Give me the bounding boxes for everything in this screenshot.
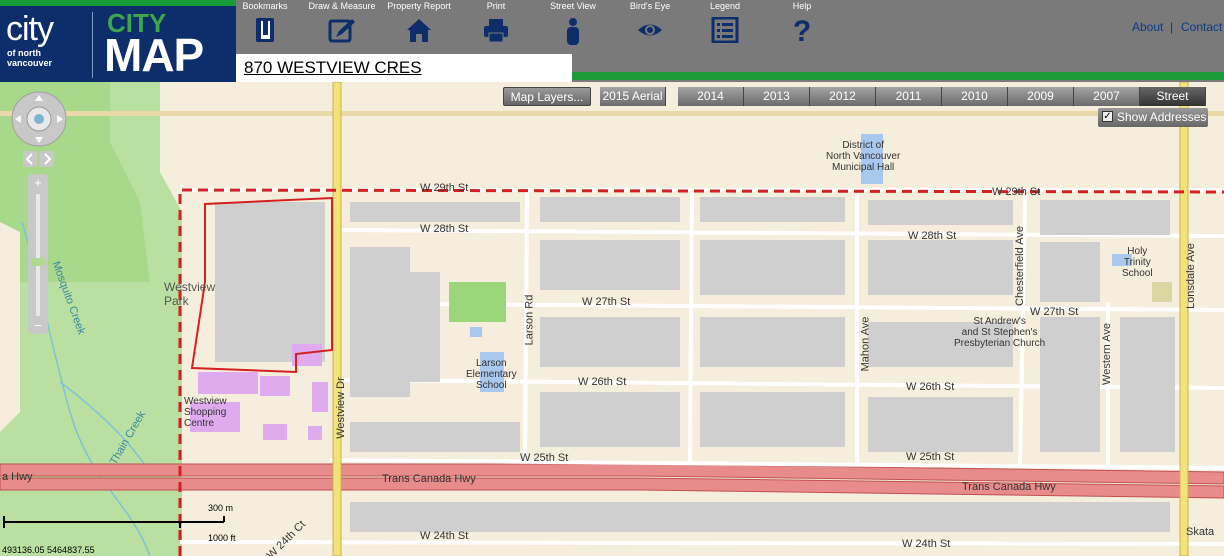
street-label-w26th: W 26th St — [578, 376, 627, 388]
pan-control[interactable] — [10, 90, 68, 148]
street-label-chesterfield: Chesterfield Ave — [1013, 226, 1026, 306]
street-label-w29th-east: W 29th St — [992, 186, 1041, 198]
bookmarks-button[interactable]: Bookmarks — [230, 0, 300, 43]
street-view-label: Street View — [550, 1, 596, 11]
scale-bar — [3, 516, 225, 528]
address-box[interactable]: 870 WESTVIEW CRES — [236, 54, 572, 82]
bookmark-icon — [256, 18, 274, 42]
street-label-w24th: W 24th St — [420, 530, 469, 542]
map-view[interactable]: W 29th St W 29th St W 28th St W 28th St … — [0, 82, 1224, 556]
poi-church: St Andrew's and St Stephen's Presbyteria… — [954, 316, 1046, 349]
show-addresses-toggle[interactable]: ✓ Show Addresses — [1098, 108, 1208, 127]
top-road — [0, 111, 1224, 116]
scale-metric: 300 m — [208, 503, 234, 513]
pencil-icon — [328, 19, 355, 43]
eye-icon — [638, 24, 662, 36]
birds-eye-button[interactable]: Bird's Eye — [615, 0, 685, 43]
skate-label: Skata — [1186, 526, 1215, 538]
street-label-western: Western Ave — [1100, 323, 1113, 385]
year-button-2012[interactable]: 2012 — [810, 87, 876, 106]
year-button-2011[interactable]: 2011 — [876, 87, 942, 106]
school-field — [449, 282, 506, 322]
year-button-2009[interactable]: 2009 — [1008, 87, 1074, 106]
street-label-mahon: Mahon Ave — [859, 316, 872, 372]
poi-holy-trinity: Holy Trinity School — [1122, 246, 1153, 279]
city-logo[interactable]: city of north vancouver CITY MAP — [0, 6, 236, 82]
year-button-2015[interactable]: 2015 Aerial — [600, 87, 666, 106]
street-label-westview: Westview Dr — [334, 377, 347, 439]
legend-label: Legend — [709, 1, 741, 11]
street-label-w25th-east: W 25th St — [906, 451, 955, 463]
property-report-label: Property Report — [387, 1, 451, 11]
street-label-w28th: W 28th St — [420, 223, 469, 235]
school-yard — [1152, 282, 1172, 302]
logo-sub-text: of north vancouver — [7, 48, 53, 68]
globe-icon — [34, 114, 44, 124]
zoom-in-icon: + — [34, 175, 42, 190]
show-addresses-checkbox[interactable]: ✓ — [1102, 111, 1113, 122]
street-label-w28th-east: W 28th St — [908, 230, 957, 242]
street-label-w26th-east: W 26th St — [906, 381, 955, 393]
street-view-button[interactable]: Street View — [538, 0, 608, 45]
print-button[interactable]: Print — [461, 0, 531, 43]
poi-municipal-hall: District of North Vancouver Municipal Ha… — [826, 140, 901, 173]
draw-measure-button[interactable]: Draw & Measure — [307, 0, 377, 43]
street-label-w24th-east: W 24th St — [902, 538, 951, 550]
birds-eye-label: Bird's Eye — [629, 1, 671, 11]
coordinate-readout: 493136.05 5464837.55 — [2, 545, 95, 555]
highway-label-west: a Hwy — [2, 471, 33, 483]
poi-larson-school: Larson Elementary School — [466, 358, 517, 391]
park-clearing — [0, 222, 20, 432]
zoom-out-icon: − — [34, 318, 42, 333]
contact-link[interactable]: Contact — [1181, 20, 1222, 34]
year-button-2007[interactable]: 2007 — [1074, 87, 1140, 106]
street-label-w29th: W 29th St — [420, 182, 469, 194]
westview-dr — [332, 82, 342, 556]
help-button[interactable]: Help ? — [767, 0, 837, 45]
park-label: Westview Park — [164, 280, 216, 308]
year-button-2010[interactable]: 2010 — [942, 87, 1008, 106]
legend-button[interactable]: Legend — [690, 0, 760, 43]
list-icon — [711, 17, 739, 43]
history-nav[interactable] — [22, 150, 56, 168]
lonsdale-ave — [1179, 82, 1189, 556]
street-label-w25th: W 25th St — [520, 452, 569, 464]
property-report-button[interactable]: Property Report — [384, 0, 454, 43]
draw-measure-label: Draw & Measure — [308, 1, 376, 11]
question-icon: ? — [793, 17, 811, 45]
street-label-lonsdale: Lonsdale Ave — [1184, 243, 1197, 309]
person-icon — [567, 18, 579, 45]
bookmarks-label: Bookmarks — [242, 1, 288, 11]
show-addresses-label: Show Addresses — [1117, 110, 1207, 124]
house-icon — [407, 19, 431, 42]
street-label-larson: Larson Rd — [523, 294, 536, 346]
selected-address: 870 WESTVIEW CRES — [244, 58, 422, 77]
back-button — [23, 151, 37, 167]
forward-button — [40, 151, 54, 167]
header-green-bar — [572, 72, 1224, 80]
link-separator: | — [1170, 20, 1174, 34]
printer-icon — [484, 19, 508, 43]
street-label-w27th: W 27th St — [582, 296, 631, 308]
print-label: Print — [486, 1, 506, 11]
highway-label-east: Trans Canada Hwy — [962, 481, 1056, 493]
toolbar: Bookmarks Draw & Measure Property Report… — [236, 0, 1224, 54]
zoom-slider[interactable]: + − — [28, 174, 48, 334]
year-button-street[interactable]: Street — [1140, 87, 1206, 106]
year-button-2013[interactable]: 2013 — [744, 87, 810, 106]
poi-shopping-centre: Westview Shopping Centre — [184, 396, 227, 429]
logo-divider — [92, 12, 93, 78]
help-label: Help — [792, 1, 812, 11]
zoom-handle — [31, 258, 45, 266]
about-link[interactable]: About — [1132, 20, 1163, 34]
highway-label: Trans Canada Hwy — [382, 473, 476, 485]
map-layers-button[interactable]: Map Layers... — [503, 87, 591, 106]
year-button-2014[interactable]: 2014 — [678, 87, 744, 106]
logo-map-text: MAP — [104, 29, 204, 81]
svg-text:?: ? — [793, 17, 811, 45]
logo-city-text: city — [6, 10, 54, 48]
scale-imperial: 1000 ft — [208, 533, 236, 543]
